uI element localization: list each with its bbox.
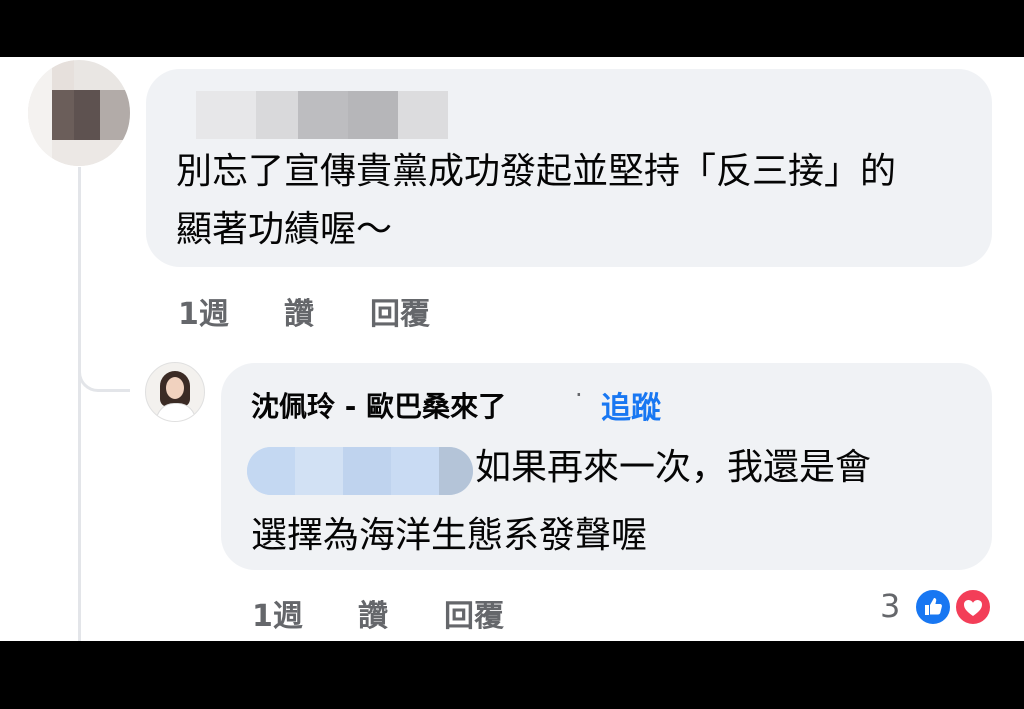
reply-bubble: 沈佩玲 - 歐巴桑來了 · 追蹤 如果再來一次，我還是會 選擇為海洋生態系發聲喔 <box>221 363 992 570</box>
reply-text-line2: 選擇為海洋生態系發聲喔 <box>251 515 648 556</box>
thread-connector <box>78 322 130 392</box>
separator-dot: · <box>575 381 583 409</box>
love-icon <box>954 588 992 626</box>
author-name-redacted <box>196 91 448 139</box>
thread-line <box>78 167 81 641</box>
reply-button[interactable]: 回覆 <box>370 289 430 333</box>
avatar[interactable] <box>145 362 205 422</box>
avatar[interactable] <box>28 60 130 166</box>
reply-text-line1: 如果再來一次，我還是會 <box>475 447 872 488</box>
comment-thread: 別忘了宣傳貴黨成功發起並堅持「反三接」的顯著功績喔～ 1週 讚 回覆 沈佩玲 -… <box>0 57 1024 641</box>
follow-button[interactable]: 追蹤 <box>601 383 661 427</box>
tagged-name-redacted[interactable] <box>247 447 473 495</box>
reaction-count: 3 <box>880 587 901 625</box>
like-button[interactable]: 讚 <box>284 289 314 333</box>
top-black-bar <box>0 0 1024 57</box>
comment-bubble: 別忘了宣傳貴黨成功發起並堅持「反三接」的顯著功績喔～ <box>146 69 992 267</box>
comment-text: 別忘了宣傳貴黨成功發起並堅持「反三接」的顯著功績喔～ <box>176 151 897 250</box>
reply-button[interactable]: 回覆 <box>444 591 504 635</box>
like-icon <box>914 588 952 626</box>
comment-time[interactable]: 1週 <box>178 289 229 333</box>
bottom-black-bar <box>0 641 1024 709</box>
like-button[interactable]: 讚 <box>358 591 388 635</box>
reply-time[interactable]: 1週 <box>252 591 303 635</box>
reply-author-name[interactable]: 沈佩玲 - 歐巴桑來了 <box>251 385 506 425</box>
